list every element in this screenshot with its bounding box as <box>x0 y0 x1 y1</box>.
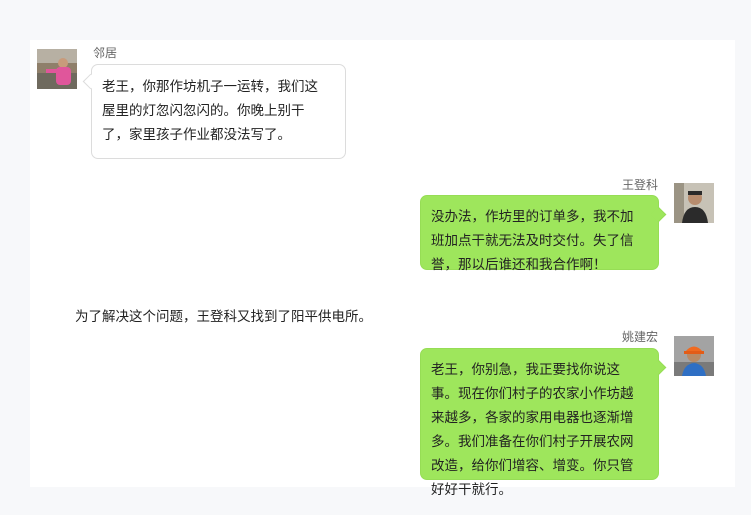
message-bubble-neighbor[interactable]: 老王，你那作坊机子一运转，我们这 屋里的灯忽闪忽闪的。你晚上别干 了，家里孩子作… <box>82 64 346 159</box>
wang-dengke-avatar[interactable] <box>674 183 714 223</box>
narration-text: 为了解决这个问题，王登科又找到了阳平供电所。 <box>75 309 372 325</box>
sender-name: 邻居 <box>93 46 118 60</box>
message-line: 没办法，作坊里的订单多，我不加 <box>431 209 634 225</box>
message-line: 事。现在你们村子的农家小作坊越 <box>431 386 634 402</box>
message-line: 班加点干就无法及时交付。失了信 <box>431 233 634 249</box>
message-bubble-wang-dengke[interactable]: 没办法，作坊里的订单多，我不加 班加点干就无法及时交付。失了信 誉，那以后谁还和… <box>420 195 667 273</box>
neighbor-avatar[interactable] <box>37 49 77 89</box>
sender-name: 姚建宏 <box>621 330 658 344</box>
message-line: 好好干就行。 <box>431 482 512 498</box>
yao-jianhong-avatar[interactable] <box>674 336 714 376</box>
message-line: 改造，给你们增容、增变。你只管 <box>431 458 634 474</box>
message-line: 老王，你别急，我正要找你说这 <box>431 362 620 378</box>
message-line: 多。我们准备在你们村子开展农网 <box>431 434 634 450</box>
sender-name: 王登科 <box>621 178 658 192</box>
message-line: 誉，那以后谁还和我合作啊！ <box>431 257 607 273</box>
message-line: 老王，你那作坊机子一运转，我们这 <box>102 79 318 95</box>
message-line: 屋里的灯忽闪忽闪的。你晚上别干 <box>102 103 305 119</box>
message-line: 了，家里孩子作业都没法写了。 <box>102 127 291 143</box>
message-bubble-yao-jianhong[interactable]: 老王，你别急，我正要找你说这 事。现在你们村子的农家小作坊越 来越多，各家的家用… <box>420 348 667 498</box>
message-line: 来越多，各家的家用电器也逐渐增 <box>431 410 634 426</box>
